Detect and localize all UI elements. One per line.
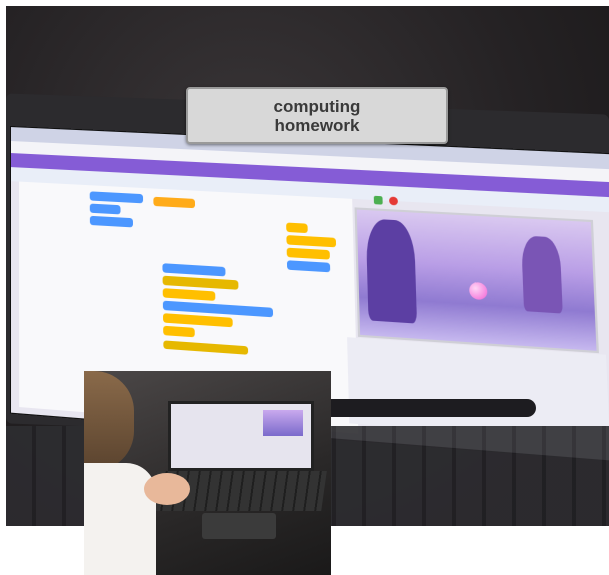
code-block: [286, 235, 337, 248]
code-block: [286, 222, 308, 234]
code-block: [286, 260, 331, 273]
code-block: [163, 340, 249, 355]
caption-label: computing homework: [186, 87, 448, 144]
caption-line-2: homework: [274, 115, 360, 135]
code-block: [89, 203, 121, 215]
stage-ball: [468, 281, 488, 301]
inset-touchpad: [202, 513, 276, 539]
code-block: [89, 191, 144, 204]
code-block: [162, 263, 226, 277]
green-flag-icon: [373, 195, 383, 205]
code-block: [89, 215, 134, 228]
code-block: [163, 325, 195, 338]
code-block: [162, 275, 239, 290]
caption-line-1: computing: [273, 96, 361, 116]
code-block: [162, 313, 233, 328]
code-block: [286, 247, 330, 260]
code-block: [162, 288, 216, 301]
inset-photo: [84, 371, 331, 575]
stage-area: [354, 207, 599, 354]
inset-laptop-screen: [168, 401, 314, 471]
child-shirt: [84, 463, 156, 575]
child-hand: [144, 473, 190, 505]
stage-tree: [365, 218, 418, 324]
stop-icon: [389, 196, 399, 206]
inset-stage: [263, 410, 303, 436]
child-hair: [84, 371, 134, 471]
code-block: [153, 196, 196, 209]
stage-tree: [521, 235, 563, 314]
